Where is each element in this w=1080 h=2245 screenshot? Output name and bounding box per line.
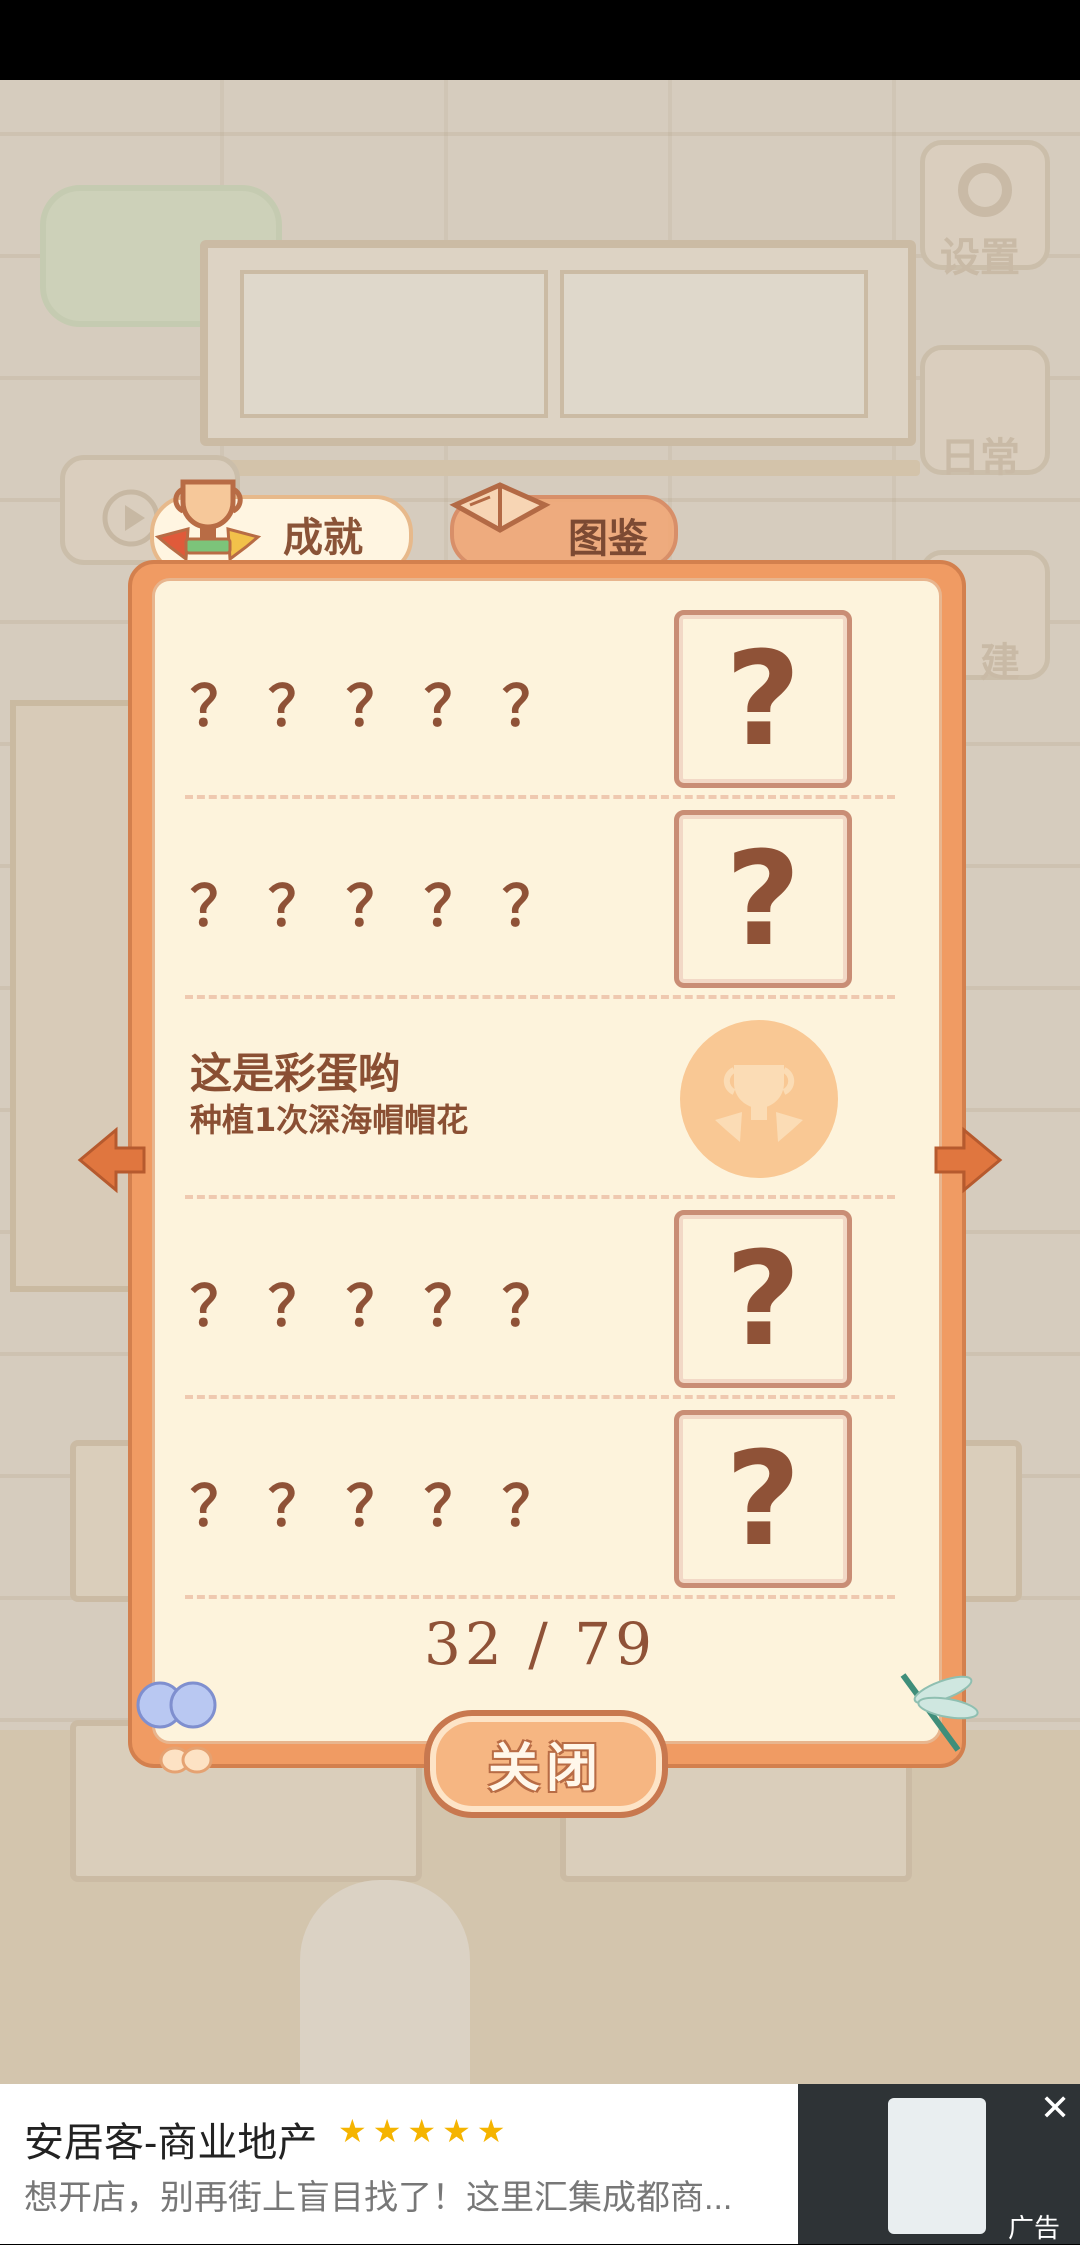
book-icon (449, 482, 551, 533)
butterfly-icon (136, 1681, 217, 1774)
ad-rating-stars: ★★★★★ (338, 2112, 512, 2150)
achievement-title: ？？？？？ (190, 675, 580, 740)
ad-close-icon[interactable]: ✕ (1040, 2088, 1070, 2129)
question-mark-icon: ? (725, 823, 801, 975)
row-divider (185, 1195, 895, 1199)
achievement-title: ？？？？？ (190, 1475, 580, 1540)
locked-achievement-box[interactable]: ? (674, 1210, 852, 1388)
trophy-medal-icon (680, 1020, 838, 1178)
tab-collection-label: 图鉴 (568, 516, 648, 562)
row-divider (185, 1395, 895, 1399)
question-mark-icon: ? (725, 1223, 801, 1375)
locked-achievement-box[interactable]: ? (674, 1410, 852, 1588)
question-mark-icon: ? (725, 623, 801, 775)
status-bar (0, 0, 1080, 80)
question-mark-icon: ? (725, 1423, 801, 1575)
ad-description[interactable]: 想开店，别再街上盲目找了！这里汇集成都商... (24, 2170, 784, 2219)
previous-page-arrow-icon[interactable] (72, 1120, 152, 1200)
locked-achievement-box[interactable]: ? (674, 610, 852, 788)
ad-thumbnail-card (888, 2098, 986, 2234)
row-divider (185, 995, 895, 999)
achievement-description: 种植1次深海帽帽花 (190, 1101, 469, 1139)
next-page-arrow-icon[interactable] (928, 1120, 1008, 1200)
trophy-icon (154, 479, 262, 562)
row-divider (185, 795, 895, 799)
tab-achievements-label: 成就 (283, 515, 363, 561)
locked-achievement-box[interactable]: ? (674, 810, 852, 988)
achievement-title: ？？？？？ (190, 875, 580, 940)
achievement-title: ？？？？？ (190, 1275, 580, 1340)
close-button-label: 关闭 (487, 1739, 604, 1799)
row-divider (185, 1595, 895, 1599)
ad-title[interactable]: 安居客-商业地产 (24, 2110, 317, 2168)
ad-label: 广告 (1008, 2214, 1061, 2244)
achievement-title: 这是彩蛋哟 (190, 1049, 401, 1098)
dragonfly-icon (900, 1673, 979, 1752)
